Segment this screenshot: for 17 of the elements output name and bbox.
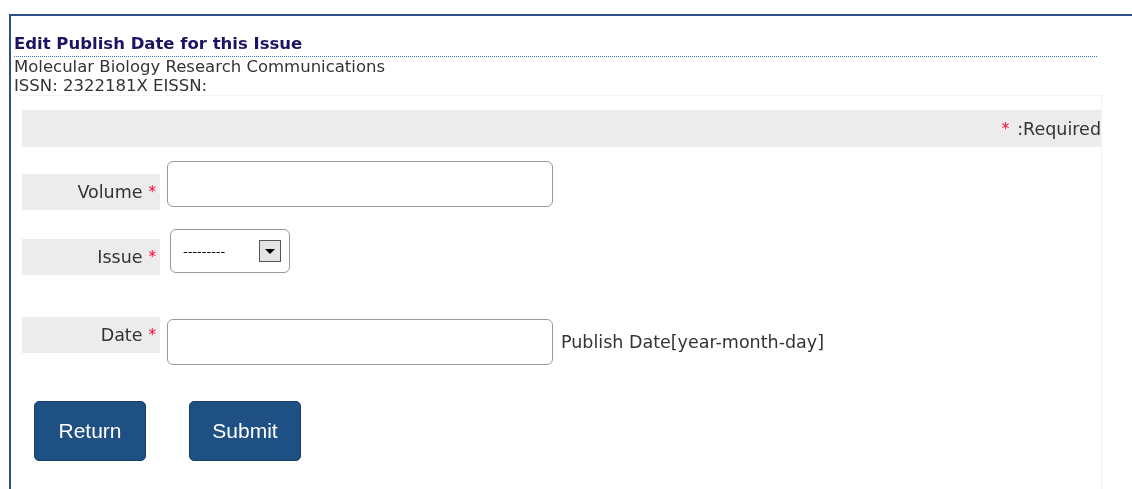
label-text: Date (100, 325, 143, 345)
field-hint: Publish Date[year-month-day] (561, 332, 824, 352)
input-field[interactable] (167, 319, 553, 365)
required-asterisk: * (148, 183, 156, 201)
dropdown[interactable]: --------- (170, 229, 290, 273)
required-asterisk: * (1001, 119, 1010, 138)
journal-name: Molecular Biology Research Communications (14, 57, 387, 76)
return-button[interactable]: Return (34, 401, 146, 461)
label-text: Volume (77, 182, 143, 202)
required-asterisk: * (148, 326, 156, 344)
required-note: :Required (1017, 118, 1101, 139)
page-title: Edit Publish Date for this Issue (14, 34, 1097, 57)
required-asterisk: * (148, 248, 156, 266)
submit-button[interactable]: Submit (189, 401, 301, 461)
label-text: Issue (97, 247, 143, 267)
input-field[interactable] (167, 161, 553, 207)
issn-text: ISSN: 2322181X EISSN: (14, 76, 209, 95)
